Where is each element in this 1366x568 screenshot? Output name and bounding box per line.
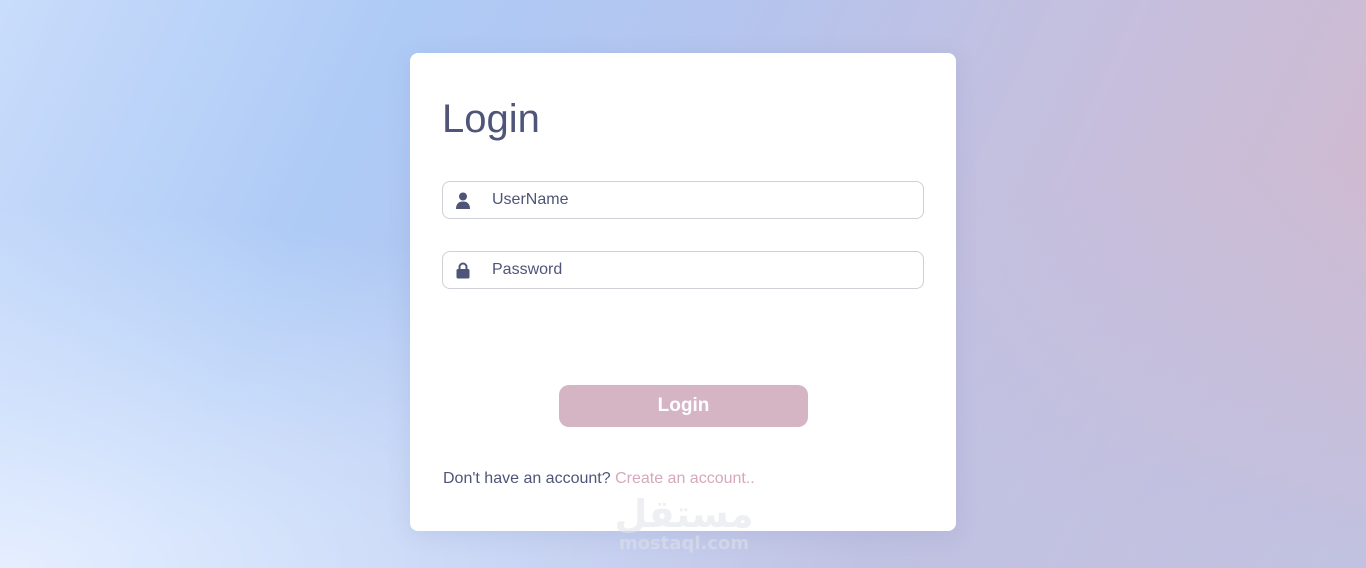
lock-icon: [443, 251, 483, 289]
password-field[interactable]: [442, 251, 924, 289]
watermark-arabic: مستقل: [614, 492, 754, 536]
page-title: Login: [442, 97, 540, 141]
watermark-latin: mostaql.com: [618, 533, 750, 554]
create-account-link[interactable]: Create an account..: [615, 470, 755, 487]
signup-prompt: Don't have an account? Create an account…: [443, 470, 755, 488]
user-icon: [443, 181, 483, 219]
password-input[interactable]: [483, 252, 913, 288]
signup-prompt-text: Don't have an account?: [443, 470, 611, 487]
login-button[interactable]: Login: [559, 385, 808, 427]
username-input[interactable]: [483, 182, 913, 218]
login-card: Login Login Don't have an account? Creat…: [410, 53, 956, 531]
username-field[interactable]: [442, 181, 924, 219]
watermark-logo: مستقل mostaql.com: [608, 494, 760, 556]
